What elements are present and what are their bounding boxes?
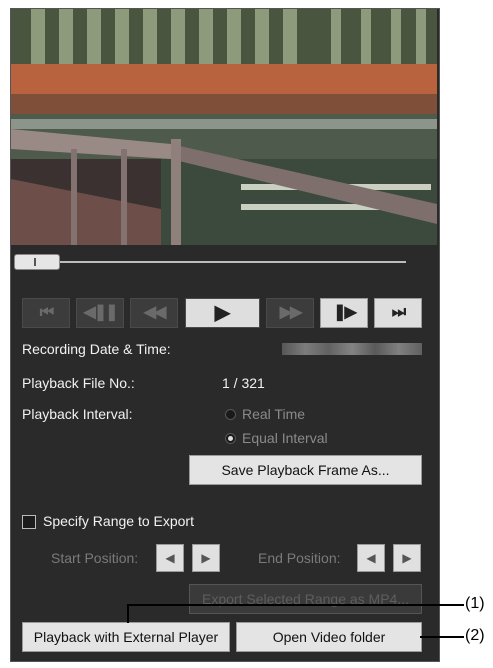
next-frame-button[interactable]: ❚▶ — [320, 298, 368, 328]
end-position-label: End Position: — [258, 550, 341, 566]
end-position-forward-button[interactable]: ▶ — [393, 544, 421, 572]
play-button[interactable]: ▶ — [185, 298, 260, 328]
right-arrow-icon: ▶ — [402, 551, 412, 565]
right-arrow-icon: ▶ — [201, 551, 211, 565]
open-video-folder-button[interactable]: Open Video folder — [236, 622, 422, 652]
playback-file-no-value: 1 / 321 — [222, 375, 265, 391]
real-time-radio[interactable] — [225, 409, 236, 420]
skip-last-icon: ⏭ — [391, 304, 406, 321]
next-frame-icon: ❚▶ — [333, 304, 357, 321]
fast-forward-icon: ▶▶ — [279, 304, 303, 321]
playback-external-player-button[interactable]: Playback with External Player — [22, 622, 230, 652]
save-playback-frame-button[interactable]: Save Playback Frame As... — [189, 455, 422, 485]
skip-to-first-button[interactable]: ⏮ — [22, 298, 70, 328]
skip-to-last-button[interactable]: ⏭ — [374, 298, 422, 328]
start-position-label: Start Position: — [51, 550, 139, 566]
callout-1-label: (1) — [465, 595, 485, 612]
specify-range-checkbox[interactable] — [22, 515, 36, 529]
fast-forward-button[interactable]: ▶▶ — [266, 298, 314, 328]
video-frame — [11, 9, 437, 245]
playback-file-no-label: Playback File No.: — [22, 375, 135, 391]
previous-frame-icon: ◀❚❚ — [83, 304, 118, 321]
recording-date-value-redacted — [282, 343, 422, 355]
export-mp4-button[interactable]: Export Selected Range as MP4... — [189, 584, 422, 614]
seek-track[interactable] — [14, 261, 406, 263]
equal-interval-label: Equal Interval — [242, 430, 328, 446]
rewind-icon: ◀◀ — [143, 304, 167, 321]
left-arrow-icon: ◀ — [366, 551, 376, 565]
left-arrow-icon: ◀ — [165, 551, 175, 565]
real-time-label: Real Time — [242, 406, 306, 422]
skip-first-icon: ⏮ — [39, 304, 54, 321]
play-icon: ▶ — [214, 302, 231, 324]
callout-1-vertical-line — [127, 605, 129, 623]
callout-1-horizontal-line — [127, 604, 464, 606]
start-position-back-button[interactable]: ◀ — [156, 544, 184, 572]
equal-interval-radio[interactable] — [225, 433, 236, 444]
seek-slider-thumb[interactable] — [14, 254, 60, 270]
playback-interval-label: Playback Interval: — [22, 406, 133, 422]
callout-2-line — [420, 636, 464, 638]
start-position-forward-button[interactable]: ▶ — [192, 544, 220, 572]
rewind-button[interactable]: ◀◀ — [130, 298, 178, 328]
end-position-back-button[interactable]: ◀ — [357, 544, 385, 572]
specify-range-label: Specify Range to Export — [43, 513, 194, 529]
callout-2-label: (2) — [465, 627, 485, 644]
previous-frame-button[interactable]: ◀❚❚ — [76, 298, 124, 328]
recording-date-label: Recording Date & Time: — [22, 341, 171, 357]
